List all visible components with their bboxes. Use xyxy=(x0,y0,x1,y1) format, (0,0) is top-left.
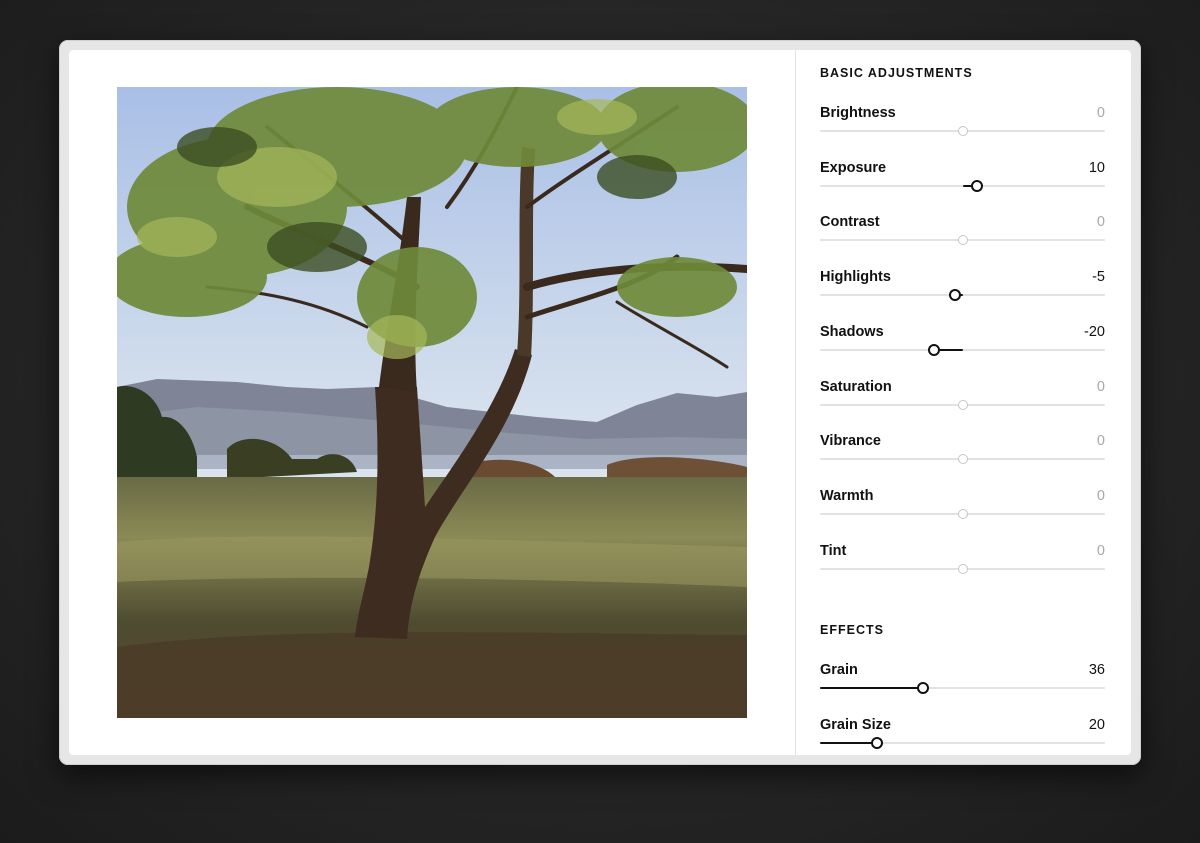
basic-adjustments-heading: BASIC ADJUSTMENTS xyxy=(820,66,973,80)
slider-row-highlights: Highlights -5 xyxy=(820,269,1105,309)
slider-row-grain-size: Grain Size 20 xyxy=(820,717,1105,755)
grain-size-value: 20 xyxy=(1088,716,1105,733)
saturation-slider-thumb[interactable] xyxy=(957,399,968,410)
photo-preview[interactable] xyxy=(117,87,747,718)
warmth-slider-thumb[interactable] xyxy=(957,508,968,519)
warmth-value: 0 xyxy=(1096,487,1105,504)
tint-slider-thumb[interactable] xyxy=(957,563,968,574)
highlights-slider-track[interactable] xyxy=(820,294,1105,297)
contrast-value: 0 xyxy=(1096,214,1105,231)
saturation-value: 0 xyxy=(1096,378,1105,395)
grain-size-label: Grain Size xyxy=(820,716,891,733)
adjustments-panel: BASIC ADJUSTMENTS Brightness 0 Exposure 10 C… xyxy=(796,50,1131,755)
slider-row-vibrance: Vibrance 0 xyxy=(820,433,1105,473)
grain-slider-thumb[interactable] xyxy=(916,682,929,694)
slider-row-tint: Tint 0 xyxy=(820,543,1105,583)
highlights-slider-thumb[interactable] xyxy=(949,289,962,302)
vibrance-value: 0 xyxy=(1096,433,1105,450)
slider-row-saturation: Saturation 0 xyxy=(820,379,1105,419)
exposure-label: Exposure xyxy=(820,159,887,176)
photo-canvas xyxy=(69,50,796,755)
grain-label: Grain xyxy=(820,662,858,678)
grain-slider-fill xyxy=(820,687,923,689)
shadows-value: -20 xyxy=(1084,323,1105,340)
brightness-label: Brightness xyxy=(820,105,896,121)
editor-frame: BASIC ADJUSTMENTS Brightness 0 Exposure 10 C… xyxy=(59,40,1141,765)
contrast-slider-thumb[interactable] xyxy=(957,235,968,246)
effects-heading: EFFECTS xyxy=(820,623,884,637)
grain-size-slider-fill xyxy=(820,741,877,744)
slider-row-brightness: Brightness 0 xyxy=(820,105,1105,145)
exposure-value: 10 xyxy=(1088,159,1105,176)
editor-window: BASIC ADJUSTMENTS Brightness 0 Exposure 10 C… xyxy=(69,50,1131,755)
contrast-label: Contrast xyxy=(820,214,880,231)
brightness-value: 0 xyxy=(1096,105,1105,121)
vibrance-label: Vibrance xyxy=(820,433,881,450)
slider-row-contrast: Contrast 0 xyxy=(820,214,1105,254)
slider-row-warmth: Warmth 0 xyxy=(820,488,1105,528)
highlights-value: -5 xyxy=(1092,269,1105,286)
slider-row-exposure: Exposure 10 xyxy=(820,160,1105,200)
highlights-label: Highlights xyxy=(820,269,891,286)
saturation-label: Saturation xyxy=(820,378,892,395)
grain-value: 36 xyxy=(1088,662,1105,678)
slider-row-grain: Grain 36 xyxy=(820,662,1105,702)
grain-size-slider-thumb[interactable] xyxy=(871,736,883,749)
exposure-slider-thumb[interactable] xyxy=(970,179,983,192)
slider-row-shadows: Shadows -20 xyxy=(820,324,1105,364)
brightness-slider-thumb[interactable] xyxy=(957,126,968,136)
shadows-slider-track[interactable] xyxy=(820,348,1105,351)
shadows-slider-thumb[interactable] xyxy=(928,343,940,356)
vibrance-slider-thumb[interactable] xyxy=(957,454,968,465)
tint-value: 0 xyxy=(1096,542,1105,559)
shadows-label: Shadows xyxy=(820,323,884,340)
warmth-label: Warmth xyxy=(820,487,874,504)
tint-label: Tint xyxy=(820,542,847,559)
